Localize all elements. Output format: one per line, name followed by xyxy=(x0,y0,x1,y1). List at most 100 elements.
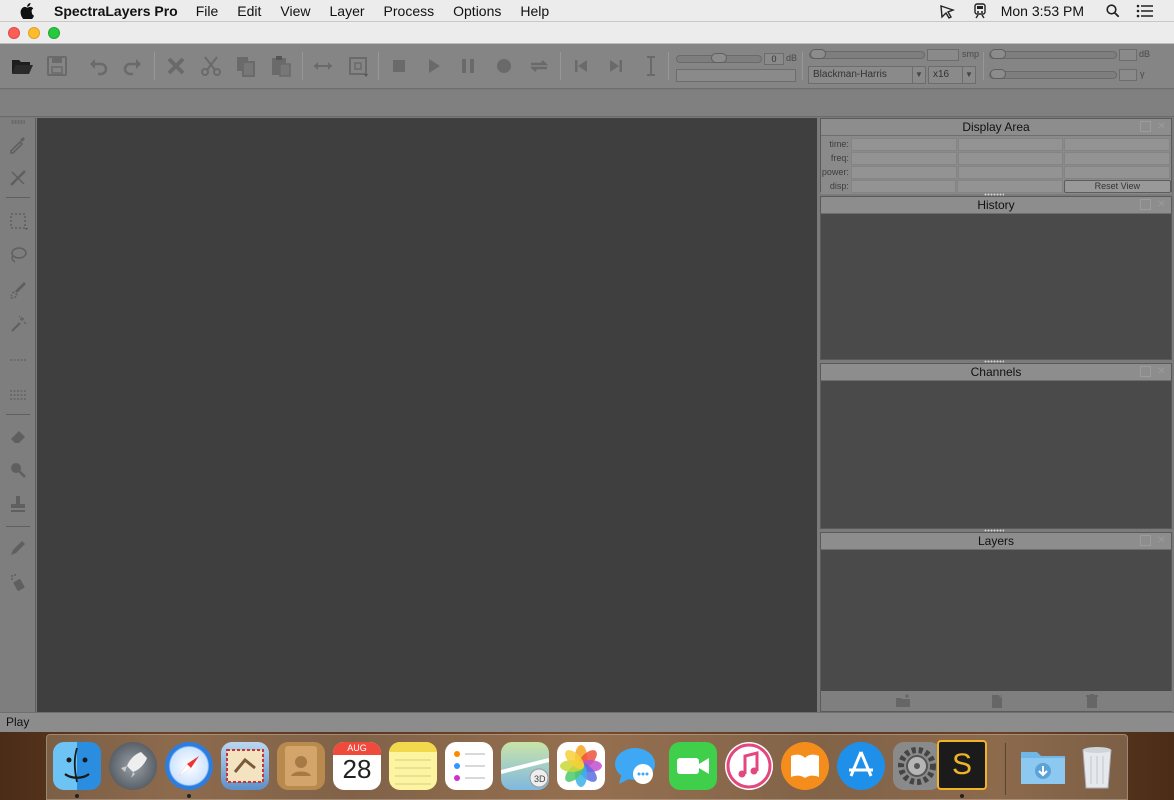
finder-icon[interactable] xyxy=(53,742,101,790)
maps-icon[interactable]: 3D xyxy=(501,742,549,790)
delete-icon[interactable] xyxy=(162,52,190,80)
close-icon[interactable]: ✕ xyxy=(1156,535,1167,546)
menu-view[interactable]: View xyxy=(280,3,310,19)
harmonic-select-icon[interactable] xyxy=(6,348,30,372)
float-panel-icon[interactable] xyxy=(1140,121,1151,132)
power-range-field[interactable] xyxy=(1064,165,1170,179)
stop-icon[interactable] xyxy=(385,52,413,80)
time-length-field[interactable] xyxy=(1064,137,1170,151)
safari-icon[interactable] xyxy=(165,742,213,790)
calendar-icon[interactable]: AUG 28 xyxy=(333,742,381,790)
oversampling-select[interactable]: x16 ▼ xyxy=(928,66,976,84)
menu-edit[interactable]: Edit xyxy=(237,3,261,19)
layers-header[interactable]: Layers ✕ xyxy=(821,533,1171,550)
copy-icon[interactable] xyxy=(232,52,260,80)
fft-size-value[interactable] xyxy=(927,49,959,61)
menubar-clock[interactable]: Mon 3:53 PM xyxy=(1001,3,1084,19)
notification-center-icon[interactable] xyxy=(1136,4,1154,18)
time-end-field[interactable] xyxy=(957,137,1064,151)
freq-end-field[interactable] xyxy=(957,151,1064,165)
menu-file[interactable]: File xyxy=(196,3,219,19)
mail-icon[interactable] xyxy=(221,742,269,790)
gamma-slider[interactable] xyxy=(989,69,1117,79)
pause-icon[interactable] xyxy=(454,52,482,80)
freq-range-field[interactable] xyxy=(1064,151,1170,165)
disp-field-2[interactable] xyxy=(957,179,1063,193)
dynamic-range-slider-knob[interactable] xyxy=(990,49,1006,59)
train-icon[interactable] xyxy=(973,3,987,19)
float-panel-icon[interactable] xyxy=(1140,366,1151,377)
ibooks-icon[interactable] xyxy=(781,742,829,790)
skip-to-start-icon[interactable] xyxy=(567,52,595,80)
pipette-icon[interactable] xyxy=(6,132,30,156)
time-start-field[interactable] xyxy=(850,137,957,151)
cut-icon[interactable] xyxy=(197,52,225,80)
gain-value[interactable]: 0 xyxy=(764,53,784,65)
spray-tool-icon[interactable] xyxy=(6,570,30,594)
open-folder-icon[interactable] xyxy=(8,52,36,80)
spectral-canvas[interactable] xyxy=(37,118,817,712)
notes-icon[interactable] xyxy=(389,742,437,790)
float-panel-icon[interactable] xyxy=(1140,199,1151,210)
close-icon[interactable]: ✕ xyxy=(1156,121,1167,132)
app-store-icon[interactable] xyxy=(837,742,885,790)
spotlight-search-icon[interactable] xyxy=(1106,4,1120,18)
contacts-icon[interactable] xyxy=(277,742,325,790)
power-end-field[interactable] xyxy=(957,165,1064,179)
skip-to-end-icon[interactable] xyxy=(602,52,630,80)
undo-icon[interactable] xyxy=(84,52,112,80)
gamma-value[interactable] xyxy=(1119,69,1137,81)
menu-layer[interactable]: Layer xyxy=(330,3,365,19)
minimize-window-button[interactable] xyxy=(28,27,40,39)
menu-help[interactable]: Help xyxy=(520,3,549,19)
downloads-folder-icon[interactable] xyxy=(1019,742,1067,790)
channels-header[interactable]: Channels ✕ xyxy=(821,364,1171,381)
trash-icon[interactable] xyxy=(1084,694,1100,708)
lasso-select-icon[interactable] xyxy=(6,243,30,267)
disp-field-1[interactable] xyxy=(850,179,957,193)
fft-size-slider-knob[interactable] xyxy=(810,49,826,59)
reset-view-button[interactable]: Reset View xyxy=(1063,179,1171,193)
measure-tool-icon[interactable] xyxy=(6,166,30,190)
launchpad-icon[interactable] xyxy=(109,742,157,790)
itunes-icon[interactable] xyxy=(725,742,773,790)
float-panel-icon[interactable] xyxy=(1140,535,1151,546)
power-start-field[interactable] xyxy=(850,165,957,179)
close-window-button[interactable] xyxy=(8,27,20,39)
spectralayers-icon[interactable]: S xyxy=(937,740,987,790)
zoom-window-button[interactable] xyxy=(48,27,60,39)
close-icon[interactable]: ✕ xyxy=(1156,199,1167,210)
fit-horizontal-icon[interactable] xyxy=(309,52,337,80)
clone-stamp-icon[interactable] xyxy=(6,492,30,516)
amplify-tool-icon[interactable] xyxy=(6,458,30,482)
loop-icon[interactable] xyxy=(525,52,553,80)
save-icon[interactable] xyxy=(43,52,71,80)
airplay-icon[interactable] xyxy=(939,3,957,19)
fft-size-slider[interactable] xyxy=(809,49,925,59)
multi-harmonic-select-icon[interactable] xyxy=(6,382,30,406)
freq-start-field[interactable] xyxy=(850,151,957,165)
play-icon[interactable] xyxy=(419,52,447,80)
messages-icon[interactable] xyxy=(613,742,661,790)
menu-options[interactable]: Options xyxy=(453,3,501,19)
reminders-icon[interactable] xyxy=(445,742,493,790)
gain-slider[interactable] xyxy=(676,53,762,63)
pencil-icon[interactable] xyxy=(6,536,30,560)
display-area-header[interactable]: Display Area ✕ xyxy=(821,119,1171,136)
facetime-icon[interactable] xyxy=(669,742,717,790)
dynamic-range-value[interactable] xyxy=(1119,49,1137,61)
window-titlebar[interactable] xyxy=(0,22,1174,44)
close-icon[interactable]: ✕ xyxy=(1156,366,1167,377)
cursor-position-icon[interactable] xyxy=(637,52,665,80)
brush-select-icon[interactable] xyxy=(6,278,30,302)
new-layer-group-icon[interactable] xyxy=(895,694,911,708)
record-icon[interactable] xyxy=(490,52,518,80)
window-function-select[interactable]: Blackman-Harris ▼ xyxy=(808,66,926,84)
gamma-slider-knob[interactable] xyxy=(990,69,1006,79)
gain-slider-knob[interactable] xyxy=(711,53,727,63)
dynamic-range-slider[interactable] xyxy=(989,49,1117,59)
apple-menu-icon[interactable] xyxy=(0,0,54,22)
photos-icon[interactable] xyxy=(557,742,605,790)
rectangle-select-icon[interactable] xyxy=(6,209,30,233)
trash-icon[interactable] xyxy=(1073,742,1121,790)
